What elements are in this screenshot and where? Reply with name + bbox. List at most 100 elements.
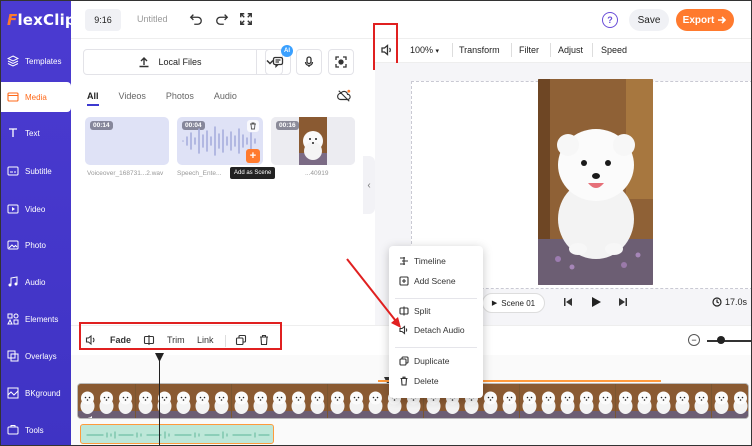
chat-icon bbox=[272, 56, 284, 68]
sidebar-item-label: Templates bbox=[25, 56, 62, 66]
video-frame-thumbnail bbox=[519, 384, 539, 418]
project-title[interactable]: Untitled bbox=[137, 14, 168, 24]
arrow-right-icon bbox=[718, 16, 727, 24]
tab-all[interactable]: All bbox=[87, 91, 99, 106]
video-frame-thumbnail bbox=[577, 384, 597, 418]
menu-label: Delete bbox=[414, 376, 439, 386]
zoom-select[interactable]: 100% ▾ bbox=[410, 45, 439, 55]
tab-photos[interactable]: Photos bbox=[166, 91, 194, 101]
music-icon bbox=[8, 276, 18, 287]
adjust-button[interactable]: Adjust bbox=[558, 45, 583, 55]
sidebar-item-media[interactable]: Media bbox=[1, 82, 71, 112]
sidebar-item-audio[interactable]: Audio bbox=[1, 267, 71, 297]
add-as-scene-button[interactable]: + bbox=[246, 149, 260, 163]
sidebar-item-label: Video bbox=[25, 204, 46, 214]
aspect-ratio-button[interactable]: 9:16 bbox=[85, 9, 121, 31]
context-menu: Timeline Add Scene Split Detach Audio Du… bbox=[389, 246, 483, 398]
video-frame-thumbnail bbox=[366, 384, 385, 418]
cloud-off-icon[interactable] bbox=[337, 89, 351, 103]
sidebar-item-tools[interactable]: Tools bbox=[1, 415, 71, 445]
screen-record-button[interactable] bbox=[328, 49, 354, 75]
sidebar-item-bkground[interactable]: BKground bbox=[1, 378, 71, 408]
media-thumb-voiceover[interactable]: 00:14 bbox=[85, 117, 169, 165]
add-square-icon bbox=[399, 276, 409, 286]
audio-waveform bbox=[86, 431, 270, 439]
trash-icon bbox=[400, 376, 408, 386]
upload-icon bbox=[139, 57, 149, 68]
playhead[interactable] bbox=[159, 355, 160, 445]
trash-icon bbox=[250, 122, 256, 130]
video-frame-thumbnail bbox=[174, 384, 193, 418]
menu-item-duplicate[interactable]: Duplicate bbox=[399, 356, 449, 366]
menu-item-delete[interactable]: Delete bbox=[399, 376, 439, 386]
tab-videos[interactable]: Videos bbox=[119, 91, 146, 101]
sidebar-item-subtitle[interactable]: Subtitle bbox=[1, 156, 71, 186]
zoom-slider-handle[interactable] bbox=[717, 336, 725, 344]
video-frame-thumbnail bbox=[654, 384, 673, 418]
sidebar-item-text[interactable]: Text bbox=[1, 118, 71, 148]
save-button[interactable]: Save bbox=[629, 9, 669, 31]
sidebar-item-video[interactable]: Video bbox=[1, 194, 71, 224]
divider bbox=[452, 43, 453, 57]
menu-item-detach-audio[interactable]: Detach Audio bbox=[399, 325, 465, 335]
menu-label: Timeline bbox=[414, 256, 446, 266]
playhead-handle[interactable] bbox=[155, 353, 164, 362]
video-frame-thumbnail bbox=[730, 384, 748, 418]
audio-track[interactable] bbox=[80, 424, 274, 444]
previous-scene-icon[interactable] bbox=[563, 297, 573, 307]
sidebar-item-photo[interactable]: Photo bbox=[1, 230, 71, 260]
duration-value: 17.0s bbox=[725, 297, 748, 307]
tab-audio[interactable]: Audio bbox=[214, 91, 237, 101]
zoom-slider-track[interactable] bbox=[707, 340, 751, 342]
menu-item-timeline[interactable]: Timeline bbox=[399, 256, 446, 266]
media-tabs: All Videos Photos Audio bbox=[87, 91, 257, 106]
sidebar-item-elements[interactable]: Elements bbox=[1, 304, 71, 334]
menu-label: Detach Audio bbox=[414, 325, 465, 335]
video-frame-thumbnail bbox=[615, 384, 635, 418]
video-frame-thumbnail bbox=[346, 384, 366, 418]
next-scene-icon[interactable] bbox=[618, 297, 628, 307]
sidebar-item-label: BKground bbox=[25, 388, 61, 398]
sidebar-item-overlays[interactable]: Overlays bbox=[1, 341, 71, 371]
record-audio-button[interactable] bbox=[296, 49, 322, 75]
export-label: Export bbox=[682, 14, 715, 26]
filter-button[interactable]: Filter bbox=[519, 45, 539, 55]
video-frame-thumbnail bbox=[154, 384, 174, 418]
menu-item-split[interactable]: Split bbox=[399, 306, 431, 316]
export-button[interactable]: Export bbox=[676, 9, 734, 31]
collapse-panel-button[interactable]: ‹ bbox=[363, 156, 375, 214]
zoom-out-button[interactable]: − bbox=[688, 334, 700, 346]
video-frame-thumbnail bbox=[97, 384, 117, 418]
fullscreen-icon[interactable] bbox=[239, 12, 253, 26]
media-panel: Local Files AI All Videos Photos Audio 0… bbox=[71, 39, 363, 324]
sidebar-item-label: Elements bbox=[25, 314, 59, 324]
video-frame-thumbnail bbox=[212, 384, 232, 418]
menu-label: Duplicate bbox=[414, 356, 450, 366]
delete-media-button[interactable] bbox=[247, 120, 259, 132]
video-frame-thumbnail bbox=[308, 384, 328, 418]
split-icon bbox=[399, 306, 409, 316]
video-frame-thumbnail bbox=[231, 384, 251, 418]
flexclip-logo[interactable]: FlexClip bbox=[7, 11, 76, 29]
screen-record-icon bbox=[335, 56, 347, 68]
overlays-icon bbox=[7, 350, 19, 362]
local-files-button[interactable]: Local Files bbox=[83, 49, 257, 75]
help-icon[interactable]: ? bbox=[602, 12, 618, 28]
play-icon[interactable] bbox=[590, 296, 602, 308]
scene-selector[interactable]: ▶ Scene 01 bbox=[482, 293, 545, 313]
media-thumb-dog-video[interactable]: 00:16 bbox=[271, 117, 355, 165]
transform-button[interactable]: Transform bbox=[459, 45, 500, 55]
menu-item-add-scene[interactable]: Add Scene bbox=[399, 276, 456, 286]
highlight-toolbar-box bbox=[79, 322, 282, 350]
dog-preview-image[interactable] bbox=[538, 79, 653, 285]
redo-icon[interactable] bbox=[215, 12, 229, 26]
background-icon bbox=[7, 387, 19, 399]
sidebar-item-templates[interactable]: Templates bbox=[1, 46, 71, 76]
video-frame-thumbnail bbox=[634, 384, 654, 418]
sidebar-item-label: Photo bbox=[25, 240, 46, 250]
speed-button[interactable]: Speed bbox=[601, 45, 627, 55]
menu-divider bbox=[395, 298, 477, 299]
add-as-scene-tooltip: Add as Scene bbox=[230, 167, 276, 179]
media-icon bbox=[7, 92, 19, 102]
undo-icon[interactable] bbox=[189, 12, 203, 26]
